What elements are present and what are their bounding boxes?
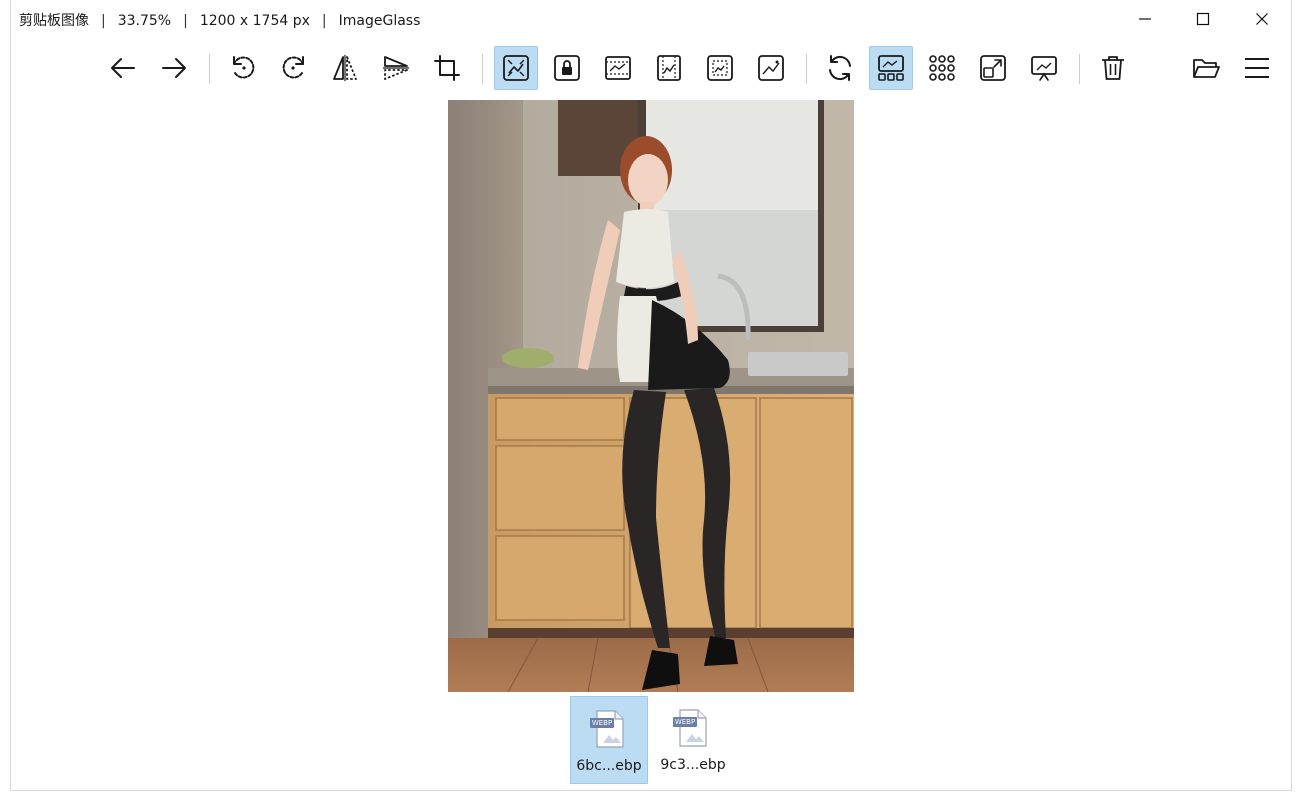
scale-to-fill-icon [758, 55, 784, 81]
title-dimensions: 1200 x 1754 px [199, 13, 310, 29]
title-separator: | [321, 13, 327, 29]
scale-to-width-icon [605, 56, 631, 80]
fullscreen-icon [980, 55, 1006, 81]
thumbnail-label: 6bc...ebp [576, 758, 642, 774]
thumbnail-bar-icon [878, 55, 904, 81]
maximize-button[interactable] [1174, 0, 1232, 38]
scale-to-height-button[interactable] [647, 46, 691, 90]
thumbnail-item[interactable]: WEBP 6bc...ebp [570, 696, 648, 784]
auto-zoom-button[interactable] [494, 46, 538, 90]
slideshow-button[interactable] [1022, 46, 1066, 90]
rotate-left-button[interactable] [221, 46, 265, 90]
close-icon [1256, 13, 1268, 25]
app-window: 剪贴板图像 | 33.75% | 1200 x 1754 px | ImageGlass [10, 0, 1292, 791]
fullscreen-button[interactable] [971, 46, 1015, 90]
toolbar-separator [209, 54, 210, 84]
toolbar-separator [1079, 54, 1080, 84]
slideshow-icon [1031, 56, 1057, 81]
thumbnail-label: 9c3...ebp [660, 757, 726, 773]
arrow-left-icon [111, 58, 135, 78]
scale-to-fit-icon [707, 55, 733, 81]
scale-to-fill-button[interactable] [749, 46, 793, 90]
toolbar [11, 40, 1291, 96]
minimize-button[interactable] [1116, 0, 1174, 38]
rotate-left-icon [233, 56, 255, 79]
previous-image-button[interactable] [101, 46, 145, 90]
viewed-image [448, 100, 854, 692]
toolbar-separator [482, 54, 483, 84]
webp-file-icon [590, 710, 624, 748]
lock-zoom-button[interactable] [545, 46, 589, 90]
delete-icon [1102, 56, 1124, 80]
title-separator: | [183, 13, 188, 29]
title-zoom: 33.75% [117, 13, 172, 29]
checkerboard-icon [929, 55, 955, 81]
arrow-right-icon [162, 58, 186, 78]
maximize-icon [1196, 12, 1210, 26]
rotate-right-button[interactable] [272, 46, 316, 90]
open-folder-icon [1193, 59, 1220, 78]
main-menu-button[interactable] [1235, 46, 1279, 90]
titlebar: 剪贴板图像 | 33.75% | 1200 x 1754 px | ImageGlass [11, 0, 1291, 38]
webp-file-icon [673, 709, 707, 747]
scale-to-fit-button[interactable] [698, 46, 742, 90]
auto-zoom-icon [503, 55, 529, 81]
lock-zoom-icon [554, 55, 580, 81]
scale-to-width-button[interactable] [596, 46, 640, 90]
flip-vertical-icon [383, 56, 409, 80]
window-title: 剪贴板图像 | 33.75% | 1200 x 1754 px | ImageGlass [19, 10, 420, 30]
thumbnail-item[interactable]: WEBP 9c3...ebp [654, 696, 732, 784]
open-file-button[interactable] [1184, 46, 1228, 90]
delete-button[interactable] [1091, 46, 1135, 90]
toolbar-separator [806, 54, 807, 84]
refresh-button[interactable] [818, 46, 862, 90]
flip-horizontal-icon [333, 55, 357, 81]
flip-vertical-button[interactable] [374, 46, 418, 90]
file-type-badge: WEBP [591, 719, 613, 727]
thumbnail-bar: WEBP 6bc...ebp WEBP 9c3...ebp [11, 696, 1291, 786]
checkerboard-button[interactable] [920, 46, 964, 90]
title-separator: | [101, 13, 106, 29]
image-viewer[interactable] [448, 100, 854, 692]
file-type-badge: WEBP [674, 718, 696, 726]
close-button[interactable] [1233, 0, 1291, 38]
refresh-icon [829, 55, 851, 81]
menu-icon [1245, 58, 1269, 78]
scale-to-height-icon [657, 55, 681, 81]
minimize-icon [1139, 18, 1151, 20]
flip-horizontal-button[interactable] [323, 46, 367, 90]
title-source: 剪贴板图像 [19, 13, 89, 29]
thumbnail-bar-button[interactable] [869, 46, 913, 90]
title-app-name: ImageGlass [338, 13, 421, 29]
rotate-right-icon [282, 56, 304, 79]
next-image-button[interactable] [152, 46, 196, 90]
crop-icon [434, 55, 460, 81]
crop-button[interactable] [425, 46, 469, 90]
